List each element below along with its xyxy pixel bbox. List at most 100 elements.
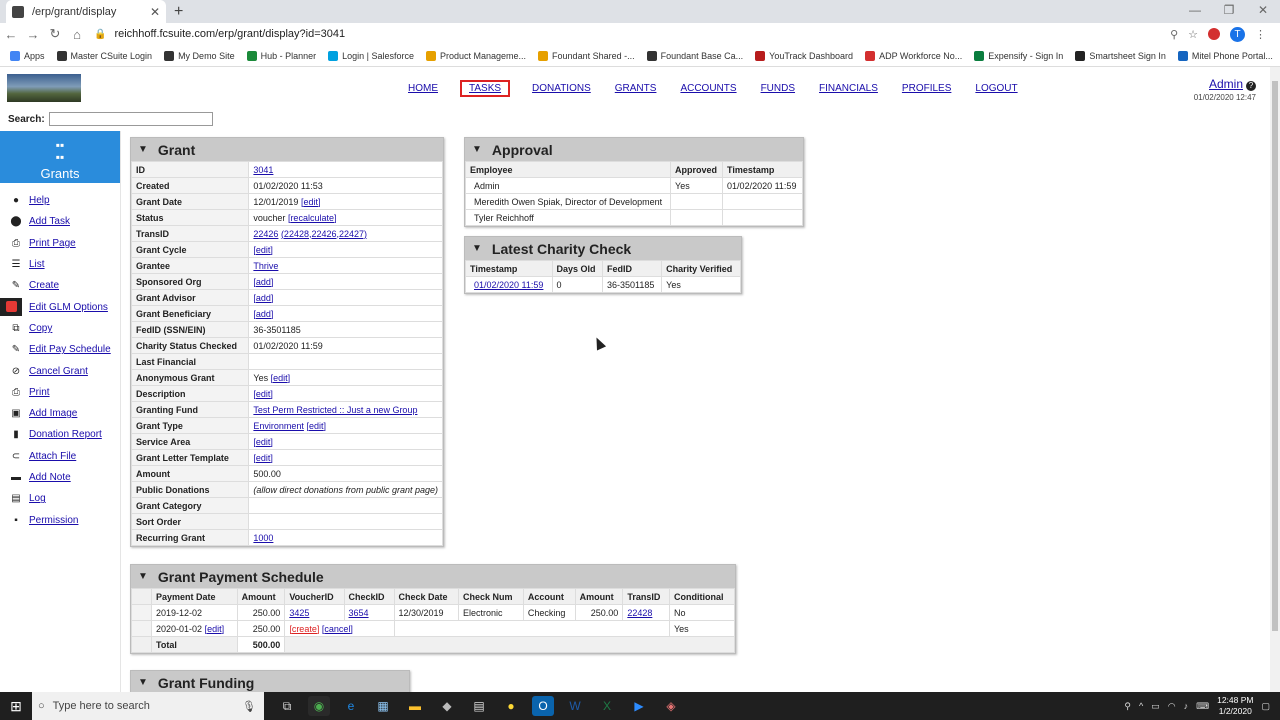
field-action-link[interactable]: [edit] — [253, 437, 273, 447]
field-extra-link[interactable]: (22428,22426,22427) — [281, 229, 367, 239]
bookmark-item[interactable]: Login | Salesforce — [328, 50, 414, 61]
network-icon[interactable]: ▭ — [1151, 701, 1160, 712]
chevron-down-icon[interactable]: ▼ — [138, 677, 148, 688]
microphone-icon[interactable]: 🎙 — [242, 700, 256, 713]
column-header[interactable]: Amount — [236, 588, 286, 605]
minimize-icon[interactable]: — — [1178, 0, 1212, 23]
field-value-link[interactable]: Thrive — [253, 261, 278, 271]
chevron-down-icon[interactable]: ▼ — [138, 571, 148, 582]
column-header[interactable]: Timestamp — [465, 260, 553, 277]
column-header[interactable]: TransID — [622, 588, 670, 605]
field-action-link[interactable]: [add] — [253, 277, 273, 287]
column-header[interactable]: Approved — [670, 161, 724, 178]
field-value-link[interactable]: 1000 — [253, 533, 273, 543]
field-action-link[interactable]: [add] — [253, 293, 273, 303]
zoom-icon[interactable]: ▶ — [628, 696, 650, 716]
edit-date-link[interactable]: [edit] — [205, 624, 225, 634]
volume-icon[interactable]: ♪ — [1184, 701, 1189, 711]
field-value-link[interactable]: Environment — [253, 421, 304, 431]
home-icon[interactable]: ⌂ — [66, 27, 88, 42]
sidebar-item-label[interactable]: Create — [29, 280, 59, 291]
field-value-link[interactable]: 22426 — [253, 229, 278, 239]
bookmark-item[interactable]: Master CSuite Login — [56, 50, 152, 61]
sidebar-item-label[interactable]: Attach File — [29, 451, 76, 462]
cancel-link[interactable]: [cancel] — [322, 624, 353, 634]
nav-profiles[interactable]: PROFILES — [900, 83, 953, 97]
sidebar-item-add-task[interactable]: ⬤ Add Task — [0, 211, 120, 232]
column-header[interactable]: Conditional — [668, 588, 736, 605]
forward-icon[interactable]: → — [22, 27, 44, 42]
sidebar-item-help[interactable]: ● Help — [0, 190, 120, 211]
logo[interactable] — [7, 74, 81, 102]
sidebar-item-label[interactable]: Add Image — [29, 408, 77, 419]
search-input[interactable] — [48, 112, 213, 126]
approval-panel-header[interactable]: ▼ Approval — [465, 138, 803, 161]
chevron-down-icon[interactable]: ▼ — [472, 144, 482, 155]
sidebar-item-list[interactable]: ☰ List — [0, 254, 120, 275]
back-icon[interactable]: ← — [0, 27, 22, 42]
column-header[interactable]: VoucherID — [284, 588, 345, 605]
word-icon[interactable]: W — [564, 696, 586, 716]
nav-tasks[interactable]: TASKS — [460, 80, 511, 97]
voucher-link[interactable]: 3425 — [289, 608, 309, 618]
taskbar-search[interactable]: ○ Type here to search 🎙 — [32, 692, 264, 720]
keyboard-icon[interactable]: ⌨ — [1196, 701, 1209, 712]
bookmark-item[interactable]: Apps — [10, 50, 45, 61]
sidebar-item-print[interactable]: ⎙ Print — [0, 382, 120, 403]
sidebar-item-label[interactable]: Edit Pay Schedule — [29, 344, 111, 355]
field-value-link[interactable]: 3041 — [253, 165, 273, 175]
check-link[interactable]: 3654 — [349, 608, 369, 618]
nav-funds[interactable]: FUNDS — [759, 83, 797, 97]
grant-panel-header[interactable]: ▼ Grant — [131, 138, 443, 161]
clock[interactable]: 12:48 PM 1/2/2020 — [1217, 695, 1253, 717]
bookmark-item[interactable]: Foundant Base Ca... — [646, 50, 743, 61]
bookmark-item[interactable]: Foundant Shared -... — [538, 50, 635, 61]
sidebar-item-copy[interactable]: ⧉ Copy — [0, 318, 120, 339]
extension-icon[interactable] — [1208, 28, 1220, 40]
column-header[interactable]: Charity Verified — [661, 260, 741, 277]
field-value-link[interactable]: Test Perm Restricted :: Just a new Group — [253, 405, 417, 415]
bookmark-star-icon[interactable]: ☆ — [1188, 28, 1198, 41]
sidebar-item-label[interactable]: Edit GLM Options — [29, 302, 108, 313]
column-header[interactable]: Payment Date — [151, 588, 238, 605]
task-view-icon[interactable]: ⧉ — [276, 696, 298, 716]
file-explorer-icon[interactable]: ▬ — [404, 696, 426, 716]
restore-icon[interactable]: ❐ — [1212, 0, 1246, 23]
field-action-link[interactable]: [edit] — [306, 421, 326, 431]
column-header[interactable]: Check Date — [393, 588, 459, 605]
edge-icon[interactable]: e — [340, 696, 362, 716]
column-header[interactable]: Days Old — [551, 260, 603, 277]
page-scrollbar[interactable] — [1270, 67, 1280, 692]
sidebar-item-label[interactable]: Help — [29, 195, 50, 206]
sidebar-item-label[interactable]: Donation Report — [29, 429, 102, 440]
sidebar-item-label[interactable]: Print — [29, 387, 50, 398]
sidebar-item-edit-glm-options[interactable]: Edit GLM Options — [0, 296, 120, 317]
outlook-icon[interactable]: O — [532, 696, 554, 716]
sidebar-item-label[interactable]: Add Task — [29, 216, 70, 227]
trans-link[interactable]: 22428 — [627, 608, 652, 618]
close-window-icon[interactable]: ✕ — [1246, 0, 1280, 23]
bookmark-item[interactable]: Expensify - Sign In — [974, 50, 1063, 61]
column-header[interactable]: Timestamp — [722, 161, 803, 178]
sidebar-item-label[interactable]: Cancel Grant — [29, 366, 88, 377]
sidebar-item-label[interactable]: Copy — [29, 323, 52, 334]
bookmark-item[interactable]: Hub - Planner — [246, 50, 316, 61]
scrollbar-thumb[interactable] — [1272, 81, 1278, 631]
column-header[interactable]: Amount — [574, 588, 624, 605]
nav-logout[interactable]: LOGOUT — [973, 83, 1019, 97]
field-action-link[interactable]: [edit] — [253, 245, 273, 255]
nav-home[interactable]: HOME — [406, 83, 440, 97]
bookmark-item[interactable]: My Demo Site — [164, 50, 235, 61]
sidebar-item-label[interactable]: Permission — [29, 515, 78, 526]
new-tab-icon[interactable]: + — [174, 3, 183, 21]
field-action-link[interactable]: [edit] — [301, 197, 321, 207]
bookmark-item[interactable]: Smartsheet Sign In — [1075, 50, 1166, 61]
field-action-link[interactable]: [recalculate] — [288, 213, 337, 223]
profile-avatar[interactable]: T — [1230, 26, 1245, 42]
sidebar-item-label[interactable]: Log — [29, 493, 46, 504]
sidebar-item-add-note[interactable]: ▬ Add Note — [0, 467, 120, 488]
app-icon[interactable]: ◆ — [436, 696, 458, 716]
column-header[interactable]: Account — [522, 588, 576, 605]
sidebar-item-edit-pay-schedule[interactable]: ✎ Edit Pay Schedule — [0, 339, 120, 360]
column-header[interactable]: FedID — [601, 260, 663, 277]
